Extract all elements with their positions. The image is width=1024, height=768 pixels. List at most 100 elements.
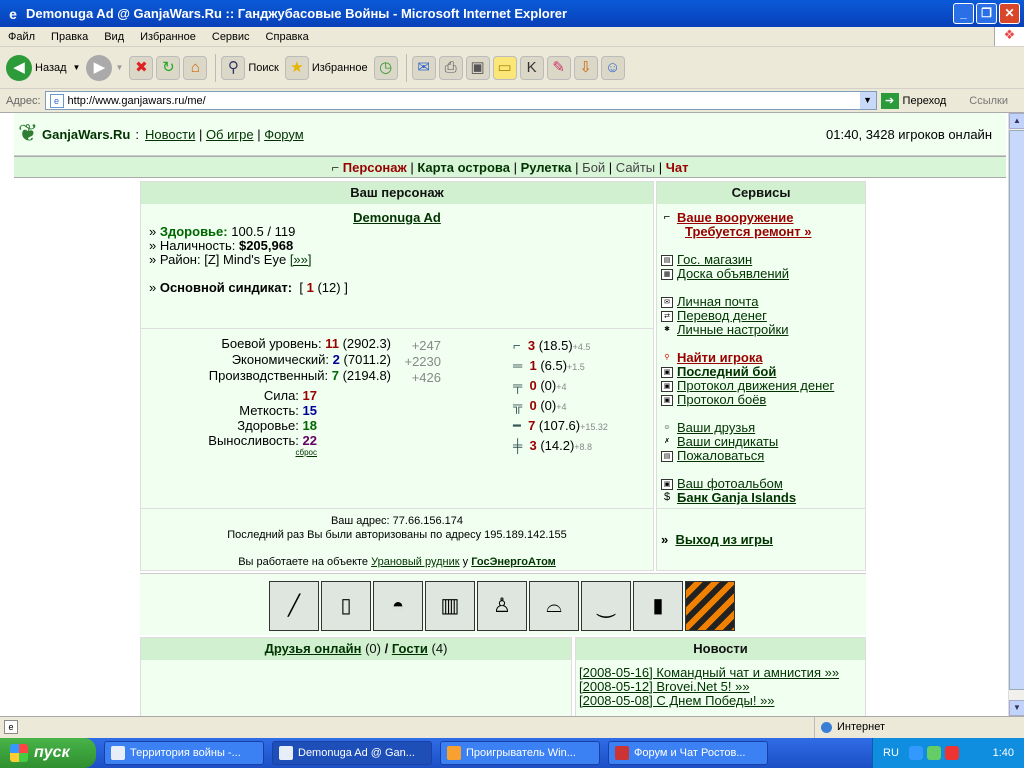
repair-link[interactable]: Требуется ремонт » <box>685 224 812 239</box>
k-icon[interactable]: K <box>519 55 544 80</box>
tray-antivirus-icon[interactable] <box>944 746 959 760</box>
money-log-link[interactable]: Протокол движения денег <box>677 378 834 393</box>
board-link[interactable]: Доска объявлений <box>677 266 789 281</box>
scroll-up-icon[interactable]: ▲ <box>1009 113 1024 129</box>
friends-online-link[interactable]: Друзья онлайн <box>265 641 362 656</box>
nav-battle[interactable]: Бой <box>582 160 605 175</box>
photo-link[interactable]: Ваш фотоальбом <box>677 476 783 491</box>
nav-about[interactable]: Об игре <box>206 127 254 142</box>
task-media-player[interactable]: Проигрыватель Win... <box>440 741 600 765</box>
menu-tools[interactable]: Сервис <box>204 31 258 43</box>
ribbon-item-icon[interactable] <box>685 581 735 631</box>
mobile-item-icon[interactable]: ▮ <box>633 581 683 631</box>
stop-icon[interactable]: ✖ <box>129 55 154 80</box>
boat-item-icon[interactable]: ⏝ <box>581 581 631 631</box>
nav-news[interactable]: Новости <box>145 127 195 142</box>
users-icon[interactable]: ☺ <box>600 55 625 80</box>
note-icon[interactable]: ▭ <box>492 55 517 80</box>
last-battle-link[interactable]: Последний бой <box>677 364 776 379</box>
shop-icon: ▤ <box>661 255 673 267</box>
tray-network-icon[interactable] <box>926 746 941 760</box>
messenger-icon[interactable]: ✎ <box>546 55 571 80</box>
history-icon[interactable]: ◷ <box>373 55 398 80</box>
armor-vest-item-icon[interactable]: ▥ <box>425 581 475 631</box>
task-territory[interactable]: Территория войны -... <box>104 741 264 765</box>
close-button[interactable]: ✕ <box>999 3 1020 24</box>
menu-file[interactable]: Файл <box>0 31 43 43</box>
weapon-exp: (14.2) <box>540 438 575 453</box>
phone-item-icon[interactable]: ▯ <box>321 581 371 631</box>
links-button[interactable]: Ссылки <box>969 95 1024 107</box>
friends-link[interactable]: Ваши друзья <box>677 420 755 435</box>
menu-edit[interactable]: Правка <box>43 31 96 43</box>
boots-item-icon[interactable]: ⌓ <box>529 581 579 631</box>
news-item[interactable]: [2008-05-12] Brovei.Net 5! »» <box>576 680 865 694</box>
photo-icon: ▣ <box>661 479 673 491</box>
transfer-link[interactable]: Перевод денег <box>677 308 767 323</box>
scroll-thumb[interactable] <box>1009 130 1024 690</box>
search-icon: ⚲ <box>221 55 246 80</box>
print-icon[interactable]: ⎙ <box>438 55 463 80</box>
work-owner-link[interactable]: ГосЭнергоАтом <box>471 556 556 568</box>
camo-cloak-item-icon[interactable]: ♙ <box>477 581 527 631</box>
nav-chat[interactable]: Чат <box>666 160 689 175</box>
exit-link[interactable]: Выход из игры <box>675 532 773 547</box>
complain-link[interactable]: Пожаловаться <box>677 448 764 463</box>
language-indicator[interactable]: RU <box>883 747 899 759</box>
back-button[interactable]: ◀ Назад ▼ <box>6 54 81 81</box>
helmet-item-icon[interactable]: ◓ <box>373 581 423 631</box>
menu-help[interactable]: Справка <box>258 31 317 43</box>
go-button[interactable]: ➔ Переход <box>880 92 946 109</box>
search-button[interactable]: ⚲ Поиск <box>221 55 279 80</box>
news-item[interactable]: [2008-05-08] С Днем Победы! »» <box>576 694 865 708</box>
forward-button[interactable]: ▶ ▼ <box>86 54 123 81</box>
nav-roulette[interactable]: Рулетка <box>521 160 572 175</box>
address-dropdown-icon[interactable]: ▼ <box>859 92 876 109</box>
find-player-link[interactable]: Найти игрока <box>677 350 763 365</box>
task-ganjawars[interactable]: Demonuga Ad @ Gan... <box>272 741 432 765</box>
rifle-item-icon[interactable]: ╱ <box>269 581 319 631</box>
task-label: Форум и Чат Ростов... <box>634 747 746 759</box>
weapon-level: 7 <box>528 418 536 433</box>
menu-view[interactable]: Вид <box>96 31 132 43</box>
maximize-button[interactable]: ❐ <box>976 3 997 24</box>
task-forum[interactable]: Форум и Чат Ростов... <box>608 741 768 765</box>
nav-forum[interactable]: Форум <box>264 127 304 142</box>
back-dropdown-icon[interactable]: ▼ <box>73 63 81 72</box>
address-url[interactable]: http://www.ganjawars.ru/me/ <box>68 95 860 107</box>
settings-link[interactable]: Личные настройки <box>677 322 788 337</box>
weapon-link[interactable]: Ваше вооружение <box>677 210 794 225</box>
vertical-scrollbar[interactable]: ▲ ▼ <box>1008 113 1024 716</box>
weapons-block: ⌐ 3 (18.5)+4.5 ═ 1 (6.5)+1.5 ╤ 0 (0)+4 ╦… <box>513 338 653 468</box>
syndicate-number[interactable]: 1 <box>307 280 314 295</box>
bank-link[interactable]: Банк Ganja Islands <box>677 490 796 505</box>
refresh-icon[interactable]: ↻ <box>156 55 181 80</box>
news-item[interactable]: [2008-05-16] Командный чат и амнистия »» <box>576 666 865 680</box>
reset-link[interactable]: сброс <box>296 448 317 457</box>
minimize-button[interactable]: _ <box>953 3 974 24</box>
tray-arrow-icon[interactable] <box>908 746 923 760</box>
download-icon[interactable]: ⇩ <box>573 55 598 80</box>
syndicates-link[interactable]: Ваши синдикаты <box>677 434 778 449</box>
guests-link[interactable]: Гости <box>392 641 428 656</box>
mail-icon[interactable]: ✉ <box>411 55 436 80</box>
header-nav: Новости | Об игре | Форум <box>145 126 304 142</box>
nav-sites[interactable]: Сайты <box>616 160 655 175</box>
character-name[interactable]: Demonuga Ad <box>353 210 441 225</box>
nav-island-map[interactable]: Карта острова <box>417 160 510 175</box>
scroll-down-icon[interactable]: ▼ <box>1009 700 1024 716</box>
district-link[interactable]: [»»] <box>290 252 312 267</box>
menu-favorites[interactable]: Избранное <box>132 31 204 43</box>
home-icon[interactable]: ⌂ <box>183 55 208 80</box>
shop-link[interactable]: Гос. магазин <box>677 252 752 267</box>
nav-character[interactable]: Персонаж <box>343 160 407 175</box>
battle-log-link[interactable]: Протокол боёв <box>677 392 766 407</box>
edit-icon[interactable]: ▣ <box>465 55 490 80</box>
work-object-link[interactable]: Урановый рудник <box>371 556 459 568</box>
address-input[interactable]: e http://www.ganjawars.ru/me/ ▼ <box>44 91 877 110</box>
forward-dropdown-icon[interactable]: ▼ <box>115 63 123 72</box>
favorites-button[interactable]: ★ Избранное <box>284 55 368 80</box>
site-header: ❦ GanjaWars.Ru : Новости | Об игре | Фор… <box>14 113 1006 156</box>
mail-link[interactable]: Личная почта <box>677 294 758 309</box>
start-button[interactable]: пуск <box>0 738 96 768</box>
